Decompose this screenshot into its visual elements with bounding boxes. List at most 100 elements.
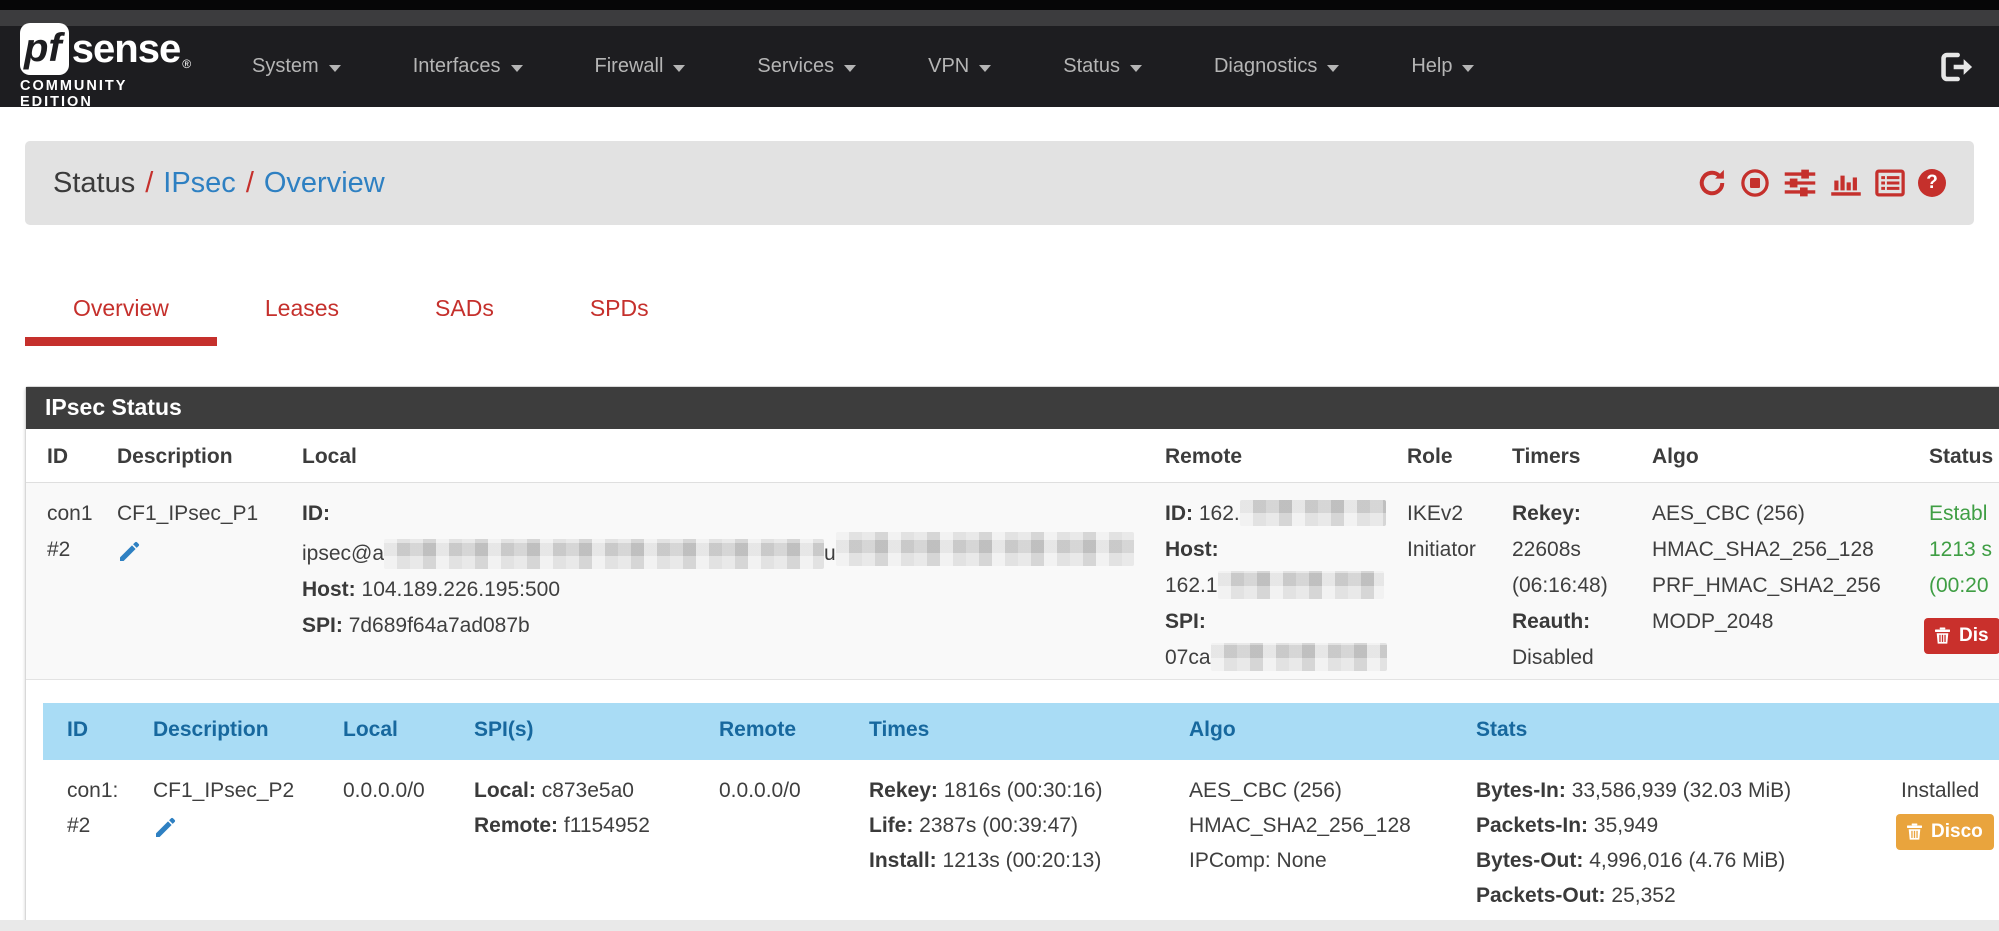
status-tabs: Overview Leases SADs SPDs <box>25 279 1999 346</box>
cell-local: 0.0.0.0/0 <box>319 760 450 923</box>
logo-pf-mark: pf <box>20 23 69 75</box>
col-id: ID <box>26 429 96 482</box>
status-established-text: Establ <box>1929 496 1999 532</box>
sign-out-icon[interactable] <box>1941 52 1973 82</box>
breadcrumb-link-overview[interactable]: Overview <box>264 167 385 200</box>
logo-registered-mark: ® <box>182 57 191 71</box>
child-sa-section: ID Description Local SPI(s) Remote Times… <box>26 680 1999 923</box>
chevron-down-icon <box>979 65 991 72</box>
chevron-down-icon <box>1462 65 1474 72</box>
pfsense-logo[interactable]: pfsense® COMMUNITY EDITION <box>20 23 200 110</box>
window-top-strip <box>0 0 1999 10</box>
col-description: Description <box>96 429 281 482</box>
edit-pencil-icon[interactable] <box>153 816 177 840</box>
chevron-down-icon <box>1327 65 1339 72</box>
cell-actions: Installed <box>1877 760 1999 923</box>
col-times: Times <box>845 703 1165 760</box>
col-spis: SPI(s) <box>450 703 695 760</box>
col-stats: Stats <box>1452 703 1877 760</box>
breadcrumb-link-ipsec[interactable]: IPsec <box>163 167 236 200</box>
breadcrumb-bar: Status / IPsec / Overview <box>25 141 1974 225</box>
breadcrumb-section: Status <box>53 167 135 200</box>
cell-id: con1: #2 <box>43 760 129 923</box>
cell-timers: Rekey: 22608s (06:16:48) Reauth: Disable… <box>1491 482 1631 679</box>
cell-remote: ID: 162. Host: 162.1 SPI: 07ca <box>1144 482 1386 679</box>
refresh-icon[interactable] <box>1697 168 1727 198</box>
col-actions <box>1877 703 1999 760</box>
chevron-down-icon <box>673 65 685 72</box>
col-local: Local <box>281 429 1144 482</box>
browser-strip <box>0 10 1999 26</box>
menu-status[interactable]: Status <box>1027 55 1178 78</box>
menu-firewall[interactable]: Firewall <box>559 55 722 78</box>
tab-leases[interactable]: Leases <box>217 279 387 346</box>
help-icon[interactable]: ? <box>1918 169 1946 197</box>
trash-icon <box>1907 823 1922 840</box>
stop-service-icon[interactable] <box>1740 168 1770 198</box>
tab-spds[interactable]: SPDs <box>542 279 697 346</box>
col-remote: Remote <box>695 703 845 760</box>
cell-status: Establ 1213 s (00:20 <box>1908 482 1999 679</box>
chevron-down-icon <box>329 65 341 72</box>
col-remote: Remote <box>1144 429 1386 482</box>
trash-icon <box>1935 627 1950 644</box>
col-algo: Algo <box>1631 429 1908 482</box>
main-menu: System Interfaces Firewall Services VPN … <box>216 55 1510 78</box>
breadcrumb: Status / IPsec / Overview <box>53 167 385 200</box>
cell-algo: AES_CBC (256) HMAC_SHA2_256_128 IPComp: … <box>1165 760 1452 923</box>
phase1-header-row: ID Description Local Remote Role Timers … <box>26 429 1999 482</box>
col-description: Description <box>129 703 319 760</box>
panel-title: IPsec Status <box>26 387 1999 429</box>
cell-remote: 0.0.0.0/0 <box>695 760 845 923</box>
breadcrumb-separator: / <box>135 167 163 200</box>
log-list-icon[interactable] <box>1875 169 1905 197</box>
filter-sliders-icon[interactable] <box>1783 169 1817 197</box>
menu-interfaces[interactable]: Interfaces <box>377 55 559 78</box>
col-status: Status <box>1908 429 1999 482</box>
ipsec-status-panel: IPsec Status ID Description Local Remote… <box>25 386 1999 924</box>
status-installed-text: Installed <box>1901 773 1999 808</box>
redacted-blur <box>1240 500 1386 526</box>
phase2-row: con1: #2 CF1_IPsec_P2 0.0.0.0/ <box>43 760 1999 923</box>
menu-diagnostics[interactable]: Diagnostics <box>1178 55 1375 78</box>
breadcrumb-separator: / <box>236 167 264 200</box>
col-id: ID <box>43 703 129 760</box>
tab-overview[interactable]: Overview <box>25 279 217 346</box>
page-footer-strip <box>0 920 1999 931</box>
chevron-down-icon <box>844 65 856 72</box>
menu-help[interactable]: Help <box>1375 55 1510 78</box>
tab-sads[interactable]: SADs <box>387 279 542 346</box>
col-algo: Algo <box>1165 703 1452 760</box>
col-role: Role <box>1386 429 1491 482</box>
cell-algo: AES_CBC (256) HMAC_SHA2_256_128 PRF_HMAC… <box>1631 482 1908 679</box>
redacted-blur <box>1211 643 1387 671</box>
logo-sense-text: sense <box>72 27 180 72</box>
menu-system[interactable]: System <box>216 55 377 78</box>
phase1-table: ID Description Local Remote Role Timers … <box>26 429 1999 680</box>
edit-pencil-icon[interactable] <box>117 540 141 564</box>
cell-times: Rekey: 1816s (00:30:16) Life: 2387s (00:… <box>845 760 1165 923</box>
col-timers: Timers <box>1491 429 1631 482</box>
disconnect-p2-button[interactable]: Disco <box>1896 814 1994 850</box>
logo-edition-text: COMMUNITY EDITION <box>20 78 200 110</box>
cell-id: con1 #2 <box>26 482 96 679</box>
phase2-header-row: ID Description Local SPI(s) Remote Times… <box>43 703 1999 760</box>
redacted-blur <box>384 539 824 569</box>
cell-stats: Bytes-In: 33,586,939 (32.03 MiB) Packets… <box>1452 760 1877 923</box>
page-toolbar: ? <box>1697 168 1946 198</box>
redacted-blur <box>836 532 1134 566</box>
disconnect-p1-button[interactable]: Dis <box>1924 618 1999 654</box>
chevron-down-icon <box>511 65 523 72</box>
phase1-row: con1 #2 CF1_IPsec_P1 ID: ipsec@au <box>26 482 1999 679</box>
bar-chart-icon[interactable] <box>1830 169 1862 197</box>
redacted-blur <box>1218 571 1384 599</box>
phase2-table: ID Description Local SPI(s) Remote Times… <box>43 703 1999 923</box>
menu-services[interactable]: Services <box>721 55 892 78</box>
cell-spis: Local: c873e5a0 Remote: f1154952 <box>450 760 695 923</box>
cell-role: IKEv2 Initiator <box>1386 482 1491 679</box>
col-local: Local <box>319 703 450 760</box>
cell-local: ID: ipsec@au Host: 104.189.226.195:500 S… <box>281 482 1144 679</box>
menu-vpn[interactable]: VPN <box>892 55 1027 78</box>
cell-description: CF1_IPsec_P1 <box>96 482 281 679</box>
cell-description: CF1_IPsec_P2 <box>129 760 319 923</box>
